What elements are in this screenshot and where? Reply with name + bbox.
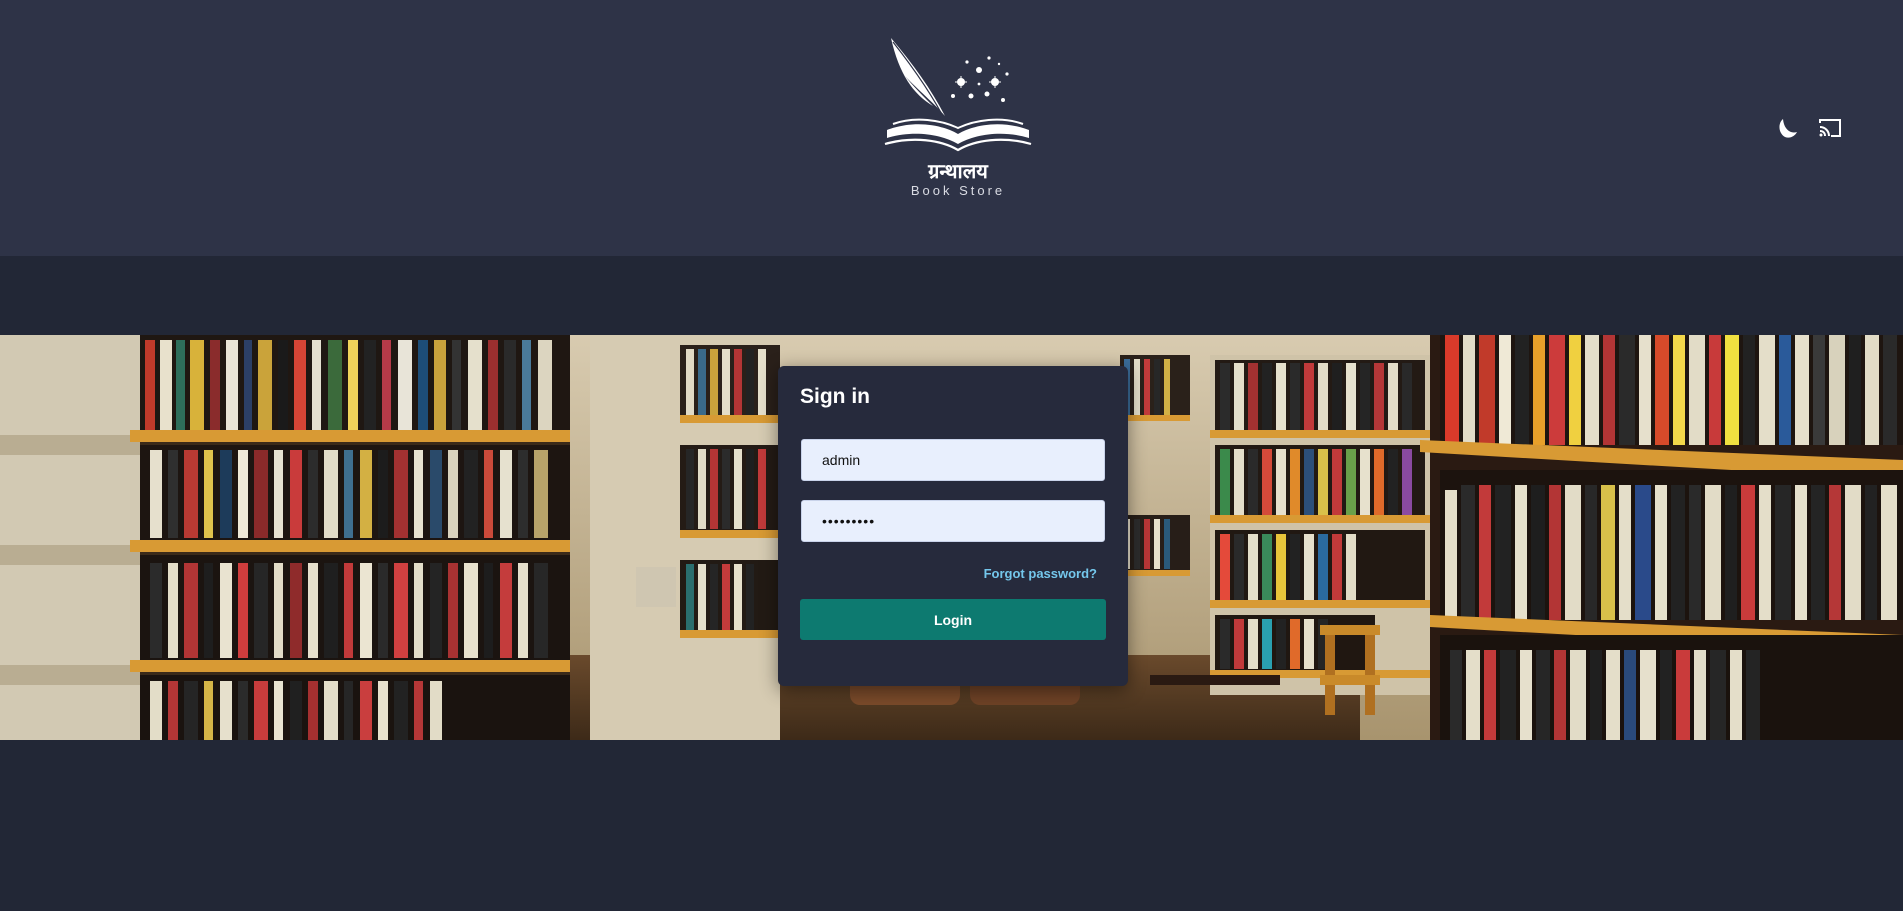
- sign-in-title: Sign in: [800, 385, 870, 408]
- theme-toggle-button[interactable]: [1773, 114, 1801, 142]
- top-header: ग्रन्थालय Book Store: [0, 0, 1903, 256]
- bookstore-logo[interactable]: ग्रन्थालय Book Store: [883, 34, 1033, 204]
- login-button[interactable]: Login: [800, 599, 1106, 640]
- username-input[interactable]: [801, 439, 1105, 481]
- cast-icon: [1819, 119, 1841, 137]
- spacer-band: [0, 256, 1903, 336]
- logo-wordmark: ग्रन्थालय: [928, 159, 988, 183]
- sign-in-card: Sign in Forgot password? Login: [778, 366, 1128, 686]
- logo-subtitle: Book Store: [910, 183, 1006, 198]
- password-input[interactable]: [801, 500, 1105, 542]
- cast-button[interactable]: [1816, 114, 1844, 142]
- quill-book-icon: [884, 38, 1032, 152]
- moon-icon: [1779, 119, 1797, 138]
- page-bottom: [0, 740, 1903, 911]
- forgot-password-link[interactable]: Forgot password?: [984, 566, 1097, 581]
